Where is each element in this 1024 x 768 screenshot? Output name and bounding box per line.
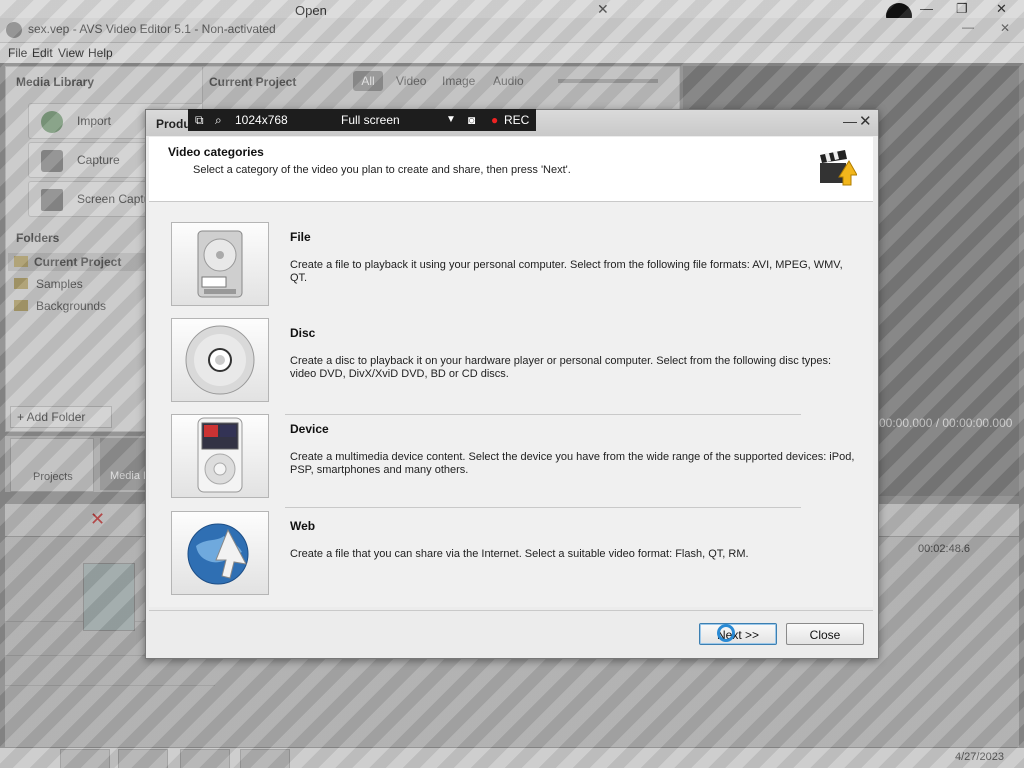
browser-tab-close-icon[interactable]: ✕: [597, 1, 609, 18]
window-mode-icon[interactable]: ⧉: [195, 113, 204, 128]
category-web[interactable]: Web Create a file that you can share via…: [149, 507, 873, 595]
category-file-tile[interactable]: [171, 222, 269, 306]
category-file-description: Create a file to playback it using your …: [290, 259, 843, 284]
rec-label[interactable]: REC: [504, 113, 529, 127]
timeline-track[interactable]: [5, 659, 215, 686]
folder-label: Backgrounds: [36, 299, 107, 313]
timeline-clip[interactable]: [83, 563, 135, 631]
menu-help[interactable]: Help: [88, 46, 113, 60]
category-device[interactable]: Device Create a multimedia device conten…: [149, 410, 873, 498]
clapperboard-icon: [820, 150, 857, 186]
menu-edit[interactable]: Edit: [32, 46, 53, 60]
minimize-icon[interactable]: —: [920, 1, 933, 16]
zoom-slider[interactable]: [558, 79, 658, 83]
category-disc-description: Create a disc to playback it on your har…: [290, 355, 832, 380]
record-dot-icon[interactable]: ●: [491, 113, 498, 127]
category-device-tile[interactable]: [171, 414, 269, 498]
mouse-cursor: [717, 624, 735, 642]
category-device-description: Create a multimedia device content. Sele…: [290, 451, 855, 476]
folder-icon: [14, 278, 28, 289]
folder-icon: [14, 256, 28, 267]
recorder-mode[interactable]: Full screen: [341, 113, 400, 127]
filter-video[interactable]: Video: [396, 74, 426, 88]
window-title: sex.vep - AVS Video Editor 5.1 - Non-act…: [28, 22, 276, 36]
hard-drive-icon: [197, 230, 243, 298]
filter-audio[interactable]: Audio: [493, 74, 524, 88]
globe-icon: [187, 523, 249, 585]
recorder-resolution[interactable]: 1024x768: [235, 113, 288, 127]
screen-capture-label: Screen Captu: [77, 192, 151, 206]
taskbar-item[interactable]: [118, 749, 168, 768]
category-disc[interactable]: Disc Create a disc to playback it on you…: [149, 314, 873, 402]
app-titlebar: sex.vep - AVS Video Editor 5.1 - Non-act…: [0, 18, 1024, 43]
category-web-title: Web: [290, 519, 316, 533]
category-disc-tile[interactable]: [171, 318, 269, 402]
camera-icon: [41, 150, 63, 172]
taskbar-date: 4/27/2023: [955, 751, 1004, 763]
media-library-label: Media Library: [16, 75, 95, 89]
add-folder-label: + Add Folder: [17, 410, 86, 424]
projects-tab[interactable]: Projects: [10, 438, 94, 492]
filter-image[interactable]: Image: [442, 74, 475, 88]
ipod-icon: [197, 417, 243, 493]
import-label: Import: [77, 114, 112, 128]
restore-icon[interactable]: ❐: [956, 1, 968, 17]
menu-file[interactable]: File: [8, 46, 27, 60]
timeline-timecode: 00:02:48.6: [918, 543, 970, 555]
plus-icon: [41, 111, 63, 133]
delete-icon[interactable]: ✕: [90, 509, 105, 530]
projects-tab-label: Projects: [33, 471, 73, 483]
taskbar: 4/27/2023: [0, 748, 1024, 768]
app-icon: [6, 22, 22, 38]
next-button[interactable]: Next >>: [699, 623, 777, 645]
window-close-icon[interactable]: ✕: [996, 1, 1007, 17]
menu-view[interactable]: View: [58, 46, 84, 60]
menu-bar: File Edit View Help: [0, 43, 1024, 63]
category-device-title: Device: [290, 422, 329, 436]
camera-snapshot-icon[interactable]: ◙: [468, 113, 475, 127]
browser-strip: Open ✕ — ❐ ✕: [0, 0, 1024, 29]
browser-tab-title[interactable]: Open: [295, 3, 327, 18]
current-project-title: Current Project: [209, 75, 297, 89]
zoom-icon[interactable]: ⌕: [215, 113, 222, 128]
dialog-footer: Next >> Close: [149, 610, 873, 655]
video-categories-subtitle: Select a category of the video you plan …: [193, 164, 571, 176]
close-button[interactable]: Close: [786, 623, 864, 645]
dialog-close-icon[interactable]: ✕: [859, 112, 872, 130]
taskbar-item[interactable]: [240, 749, 290, 768]
folders-label: Folders: [16, 231, 60, 245]
app-close-icon[interactable]: ✕: [1000, 21, 1010, 35]
media-library-tab-label: Media L: [110, 470, 150, 482]
category-web-description: Create a file that you can share via the…: [290, 548, 749, 560]
mode-dropdown-icon[interactable]: ▼: [446, 114, 456, 125]
taskbar-item[interactable]: [180, 749, 230, 768]
category-file[interactable]: File Create a file to playback it using …: [149, 218, 873, 306]
monitor-icon: [41, 189, 63, 211]
category-file-title: File: [290, 230, 311, 244]
dialog-title: Produ: [156, 117, 191, 131]
app-minimize-icon[interactable]: —: [962, 20, 974, 34]
dialog-header: Video categories Select a category of th…: [149, 137, 873, 202]
preview-timecode: 00:00.000 / 00:00:00.000: [879, 416, 1013, 430]
folder-label: Current Project: [34, 255, 122, 269]
folder-label: Samples: [36, 277, 83, 291]
category-disc-title: Disc: [290, 326, 316, 340]
add-folder-button[interactable]: + Add Folder: [10, 406, 112, 428]
taskbar-item[interactable]: [60, 749, 110, 768]
disc-icon: [185, 325, 255, 395]
capture-label: Capture: [77, 153, 120, 167]
screen-recorder-toolbar: ⧉ ⌕ 1024x768 Full screen ▼ ◙ ● REC: [188, 109, 536, 131]
video-categories-title: Video categories: [168, 145, 264, 159]
dialog-minimize-icon[interactable]: —: [843, 113, 857, 129]
category-web-tile[interactable]: [171, 511, 269, 595]
produce-dialog: Produ — ✕ Video categories Select a cate…: [145, 109, 879, 659]
filter-all[interactable]: All: [353, 71, 383, 91]
folder-icon: [14, 300, 28, 311]
category-list: File Create a file to playback it using …: [149, 202, 873, 607]
